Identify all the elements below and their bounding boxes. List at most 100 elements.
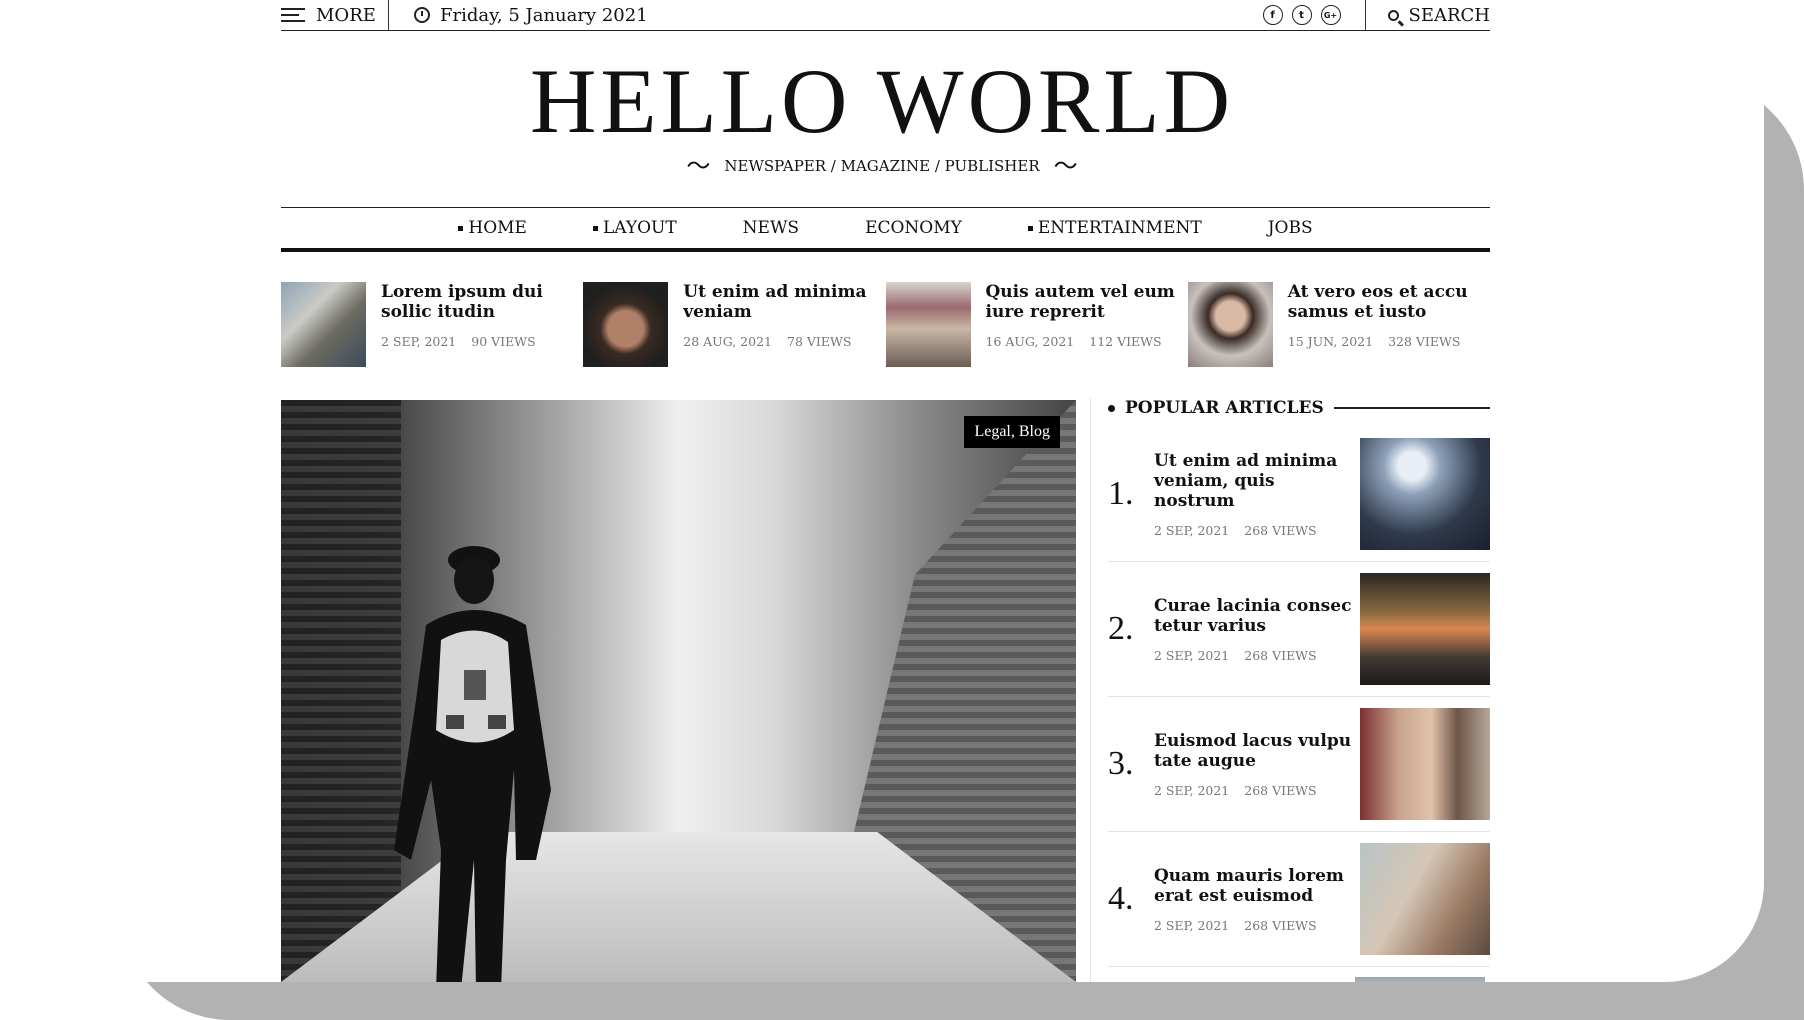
article-meta: 2 SEP, 2021 90 VIEWS <box>381 334 583 349</box>
hero-wall-left <box>281 400 401 982</box>
article-meta: 16 AUG, 2021 112 VIEWS <box>986 334 1188 349</box>
tagline-text: NEWSPAPER / MAGAZINE / PUBLISHER <box>724 157 1040 175</box>
google-plus-icon[interactable]: G+ <box>1320 5 1341 25</box>
article-thumbnail[interactable] <box>885 282 971 367</box>
popular-article-item[interactable]: 4. Quam mauris lorem erat est euismod 2 SE… <box>1108 832 1490 967</box>
more-label: MORE <box>316 4 376 26</box>
article-rank: 4. <box>1108 880 1134 917</box>
nav-bullet-icon <box>458 225 464 231</box>
squiggle-left-icon: 〜 <box>686 152 711 180</box>
popular-articles-sidebar: POPULAR ARTICLES 1. Ut enim ad minima ven… <box>1090 398 1490 982</box>
nav-item-label: HOME <box>468 218 527 238</box>
article-title[interactable]: Ut enim ad minima veniam <box>683 282 885 322</box>
date-text: Friday, 5 January 2021 <box>440 4 648 26</box>
search-button[interactable]: SEARCH <box>1366 4 1491 26</box>
article-meta: 15 JUN, 2021 328 VIEWS <box>1288 334 1490 349</box>
search-label: SEARCH <box>1408 4 1491 26</box>
article-date: 2 SEP, 2021 <box>1154 917 1230 933</box>
squiggle-right-icon: 〜 <box>1053 152 1078 180</box>
nav-item-label: NEWS <box>742 218 800 238</box>
nav-item-label: JOBS <box>1267 218 1313 238</box>
article-date: 16 AUG, 2021 <box>985 334 1075 349</box>
facebook-icon[interactable]: f <box>1262 5 1283 25</box>
bullet-icon <box>1108 404 1115 412</box>
nav-item-layout[interactable]: LAYOUT <box>560 218 710 238</box>
ticker-item[interactable]: Ut enim ad minima veniam 28 AUG, 2021 78 V… <box>583 282 885 368</box>
nav-bullet-icon <box>1027 225 1033 231</box>
article-thumbnail[interactable] <box>1355 977 1485 982</box>
nav-item-label: ECONOMY <box>865 218 962 238</box>
ticker-item[interactable]: At vero eos et accu samus et iusto 15 JUN… <box>1187 282 1490 368</box>
main-nav: HOME LAYOUT NEWS ECONOMY ENTERTAINMENT JOBS <box>281 207 1490 252</box>
news-ticker: Lorem ipsum dui sollic itudin 2 SEP, 2021… <box>281 282 1490 368</box>
site-logo[interactable]: HELLO WORLD <box>0 55 1764 147</box>
top-bar: MORE Friday, 5 January 2021 f t G+ SEARC… <box>281 0 1490 31</box>
article-title[interactable]: Euismod lacus vulpu tate augue <box>1154 731 1360 771</box>
article-date: 2 SEP, 2021 <box>381 334 457 349</box>
ticker-item[interactable]: Quis autem vel eum iure reprerit 16 AUG, … <box>885 282 1188 368</box>
search-icon <box>1387 9 1399 21</box>
article-rank: 1. <box>1108 475 1134 512</box>
walking-person-silhouette <box>394 546 551 982</box>
article-views: 268 VIEWS <box>1244 917 1317 933</box>
nav-item-economy[interactable]: ECONOMY <box>832 218 995 238</box>
nav-item-label: LAYOUT <box>602 218 677 238</box>
article-views: 78 VIEWS <box>787 334 852 349</box>
article-title[interactable]: Lorem ipsum dui sollic itudin <box>381 282 583 322</box>
nav-item-news[interactable]: NEWS <box>710 218 832 238</box>
sidebar-heading-text: POPULAR ARTICLES <box>1125 398 1324 418</box>
nav-bullet-icon <box>592 225 598 231</box>
more-menu-button[interactable]: MORE <box>281 0 389 30</box>
article-views: 268 VIEWS <box>1244 522 1317 538</box>
twitter-icon[interactable]: t <box>1291 5 1312 25</box>
article-meta: 2 SEP, 2021 268 VIEWS <box>1154 523 1360 538</box>
ticker-item[interactable]: Lorem ipsum dui sollic itudin 2 SEP, 2021… <box>281 282 583 368</box>
article-views: 328 VIEWS <box>1388 334 1461 349</box>
article-rank: 3. <box>1108 745 1134 782</box>
article-views: 268 VIEWS <box>1244 647 1317 663</box>
article-date: 15 JUN, 2021 <box>1287 334 1374 349</box>
popular-article-item[interactable]: 2. Curae lacinia consec tetur varius 2 SEP… <box>1108 562 1490 697</box>
article-views: 90 VIEWS <box>471 334 536 349</box>
popular-article-item[interactable]: 3. Euismod lacus vulpu tate augue 2 SEP, 2… <box>1108 697 1490 832</box>
nav-item-label: ENTERTAINMENT <box>1037 218 1202 238</box>
category-badge[interactable]: Legal, Blog <box>964 416 1060 448</box>
article-title[interactable]: Ut enim ad minima veniam, quis nostrum <box>1154 451 1360 511</box>
article-date: 28 AUG, 2021 <box>683 334 772 349</box>
social-links: f t G+ <box>1262 0 1366 30</box>
article-thumbnail[interactable] <box>1187 282 1273 367</box>
article-date: 2 SEP, 2021 <box>1154 522 1230 538</box>
article-meta: 2 SEP, 2021 268 VIEWS <box>1154 783 1360 798</box>
article-thumbnail[interactable] <box>583 282 669 367</box>
article-date: 2 SEP, 2021 <box>1154 647 1230 663</box>
article-thumbnail[interactable] <box>1360 438 1490 550</box>
article-title[interactable]: At vero eos et accu samus et iusto <box>1288 282 1490 322</box>
popular-article-item[interactable]: 1. Ut enim ad minima veniam, quis nostrum… <box>1108 427 1490 562</box>
article-meta: 2 SEP, 2021 268 VIEWS <box>1154 918 1360 933</box>
article-views: 268 VIEWS <box>1244 782 1317 798</box>
article-meta: 2 SEP, 2021 268 VIEWS <box>1154 648 1360 663</box>
nav-item-entertainment[interactable]: ENTERTAINMENT <box>995 218 1235 238</box>
article-date: 2 SEP, 2021 <box>1154 782 1230 798</box>
browser-screen: MORE Friday, 5 January 2021 f t G+ SEARC… <box>0 0 1764 982</box>
article-views: 112 VIEWS <box>1089 334 1162 349</box>
article-rank: 2. <box>1108 610 1134 647</box>
article-thumbnail[interactable] <box>1360 708 1490 820</box>
article-thumbnail[interactable] <box>1360 573 1490 685</box>
nav-item-jobs[interactable]: JOBS <box>1235 218 1346 238</box>
article-title[interactable]: Curae lacinia consec tetur varius <box>1154 596 1360 636</box>
popular-list: 1. Ut enim ad minima veniam, quis nostrum… <box>1108 427 1490 967</box>
hero-image[interactable]: Legal, Blog <box>281 400 1076 982</box>
date-display: Friday, 5 January 2021 <box>414 5 1263 26</box>
article-thumbnail[interactable] <box>281 282 366 367</box>
sidebar-heading: POPULAR ARTICLES <box>1108 398 1490 418</box>
site-tagline: 〜 NEWSPAPER / MAGAZINE / PUBLISHER 〜 <box>0 154 1764 178</box>
hamburger-icon <box>281 8 305 22</box>
article-title[interactable]: Quis autem vel eum iure reprerit <box>986 282 1188 322</box>
divider <box>1333 407 1490 409</box>
nav-item-home[interactable]: HOME <box>425 218 560 238</box>
clock-icon <box>414 7 430 23</box>
article-title[interactable]: Quam mauris lorem erat est euismod <box>1154 866 1360 906</box>
article-thumbnail[interactable] <box>1360 843 1490 955</box>
article-meta: 28 AUG, 2021 78 VIEWS <box>683 334 885 349</box>
